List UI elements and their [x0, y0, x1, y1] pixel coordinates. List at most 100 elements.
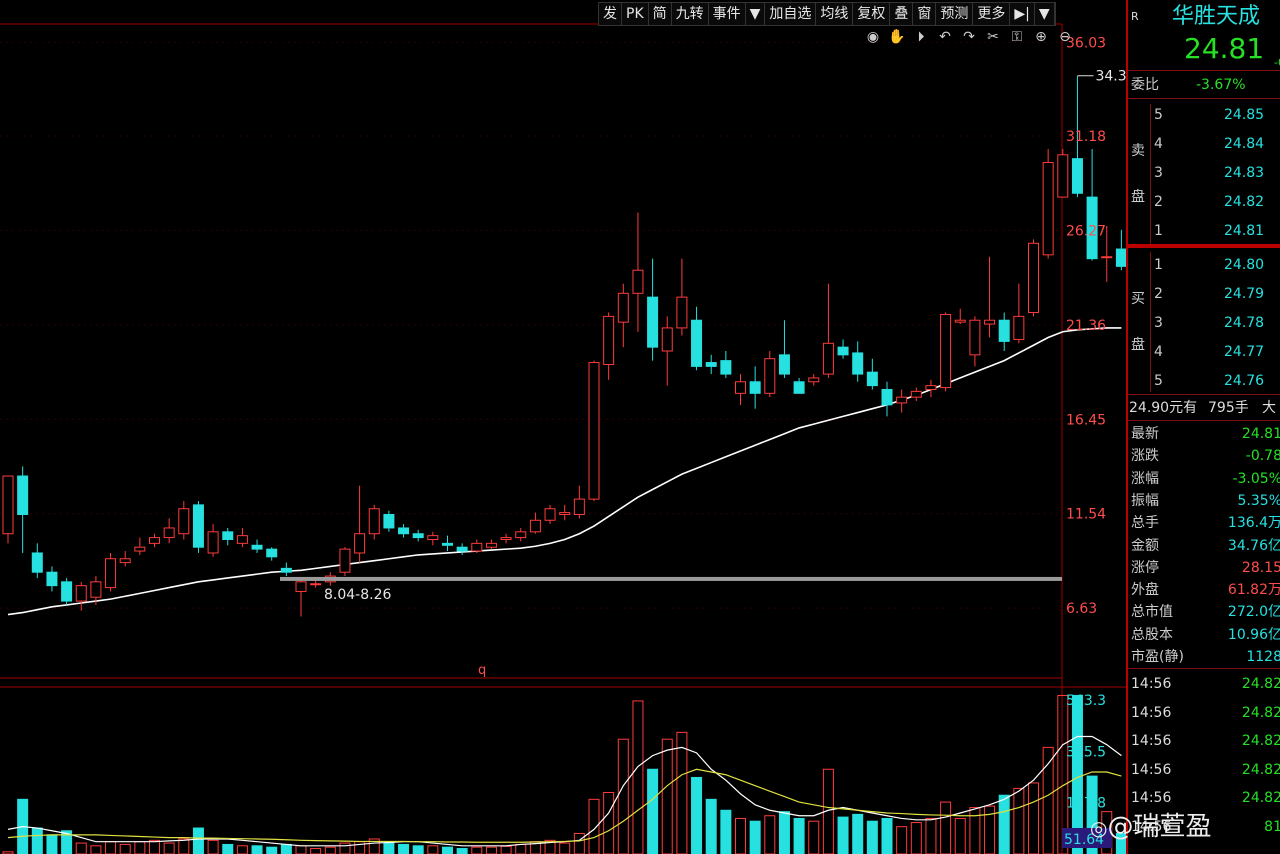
tick-price: 24.82 [1241, 676, 1280, 692]
chart-toolbar: 发 PK 简九转 事件 ▼ 加自选 均线 复权叠窗预测 更多 ▶| ▼ [598, 2, 1056, 26]
tick-time: 14:56 [1131, 676, 1172, 692]
undo-icon[interactable]: ↶ [936, 28, 954, 46]
stat-label: 振幅 [1131, 492, 1159, 509]
stat-label: 总市值 [1131, 604, 1173, 621]
stock-name: 华胜天成 [1172, 4, 1261, 29]
toolbar-button-9[interactable]: 叠 [890, 3, 914, 25]
buy-row: 3 24.78 [1128, 312, 1280, 334]
buy-row: 4 24.77 [1128, 341, 1280, 363]
price-axis-label: 26.27 [1066, 223, 1106, 239]
volume-bar [778, 811, 790, 854]
sell-level: 2 [1154, 194, 1163, 210]
scissors-icon[interactable]: ✂ [984, 28, 1002, 46]
stat-row: 振幅 5.35% [1128, 490, 1280, 512]
stat-row: 涨幅 -3.05% [1128, 468, 1280, 490]
current-price: 24.81 [1184, 32, 1265, 65]
volume-bar [442, 846, 453, 854]
weibo-logo-icon: ◎ [1090, 816, 1108, 840]
stat-row: 外盘 61.82万 [1128, 579, 1280, 601]
toolbar-button-10[interactable]: 窗 [913, 3, 937, 25]
buy-price: 24.76 [1224, 373, 1265, 389]
weibi-label: 委比 [1131, 77, 1159, 93]
volume-bar [749, 820, 761, 854]
buy-price: 24.77 [1224, 344, 1265, 360]
tick-price: 24.82 [1241, 761, 1280, 778]
stat-value: 10.96亿 [1227, 626, 1280, 643]
toolbar-button-12[interactable]: 更多 [973, 3, 1011, 25]
watermark-text: @瑞萱盈 [1107, 812, 1212, 842]
toolbar-button-3[interactable]: 九转 [672, 3, 709, 25]
order-line-tail: 大 [1262, 400, 1276, 416]
volume-bar [852, 813, 864, 854]
eye-icon[interactable]: ◉ [864, 28, 882, 46]
weibi-row: 委比 -3.67% [1128, 74, 1280, 96]
price-axis-label: 6.63 [1066, 601, 1097, 617]
stat-row: 金额 34.76亿 [1128, 535, 1280, 557]
stat-row: 市盈(静) 1128 [1128, 646, 1280, 668]
stat-value: -0.78 [1245, 448, 1280, 465]
order-line: 24.90元有 795手 大 [1128, 397, 1280, 419]
event-marker: q [478, 663, 486, 678]
candle [2, 475, 14, 544]
volume-bar [793, 817, 805, 854]
volume-bar [881, 817, 893, 854]
sell-price: 24.82 [1224, 194, 1265, 210]
price-row: 24.81 -0 [1128, 32, 1280, 70]
tick-row: 14:56 24.82 [1128, 673, 1280, 695]
toolbar-button-4[interactable]: 事件 [709, 3, 746, 25]
hand-icon[interactable]: ✋ [888, 28, 906, 46]
stock-header: R 华胜天成 [1128, 6, 1280, 28]
volume-bar [647, 768, 659, 854]
tick-price: 24.82 [1241, 704, 1280, 721]
tick-row: 14:56 24.82 [1128, 730, 1280, 752]
toolbar-button-13[interactable]: ▶| [1010, 3, 1035, 25]
redo-icon[interactable]: ↷ [960, 28, 978, 46]
toolbar-button-2[interactable]: 简 [649, 3, 672, 25]
lock-icon[interactable]: ⚿ [1008, 28, 1026, 46]
support-band-label: 8.04-8.26 [324, 587, 391, 603]
toolbar-button-6[interactable]: 加自选 [765, 3, 817, 25]
buy-price: 24.79 [1224, 286, 1265, 302]
volume-bar [31, 827, 43, 854]
volume-bar [383, 842, 395, 854]
toolbar-button-11[interactable]: 预测 [936, 3, 974, 25]
buy-row: 1 24.80 [1128, 254, 1280, 276]
volume-bar [251, 845, 263, 854]
price-axis-label: 16.45 [1066, 412, 1106, 428]
toolbar-button-1[interactable]: PK [622, 3, 649, 25]
price-axis-label: 21.36 [1066, 318, 1106, 334]
stat-value: 24.81 [1241, 426, 1280, 442]
sell-level: 4 [1154, 136, 1163, 152]
stat-value: -3.05% [1232, 470, 1280, 487]
volume-bar [398, 843, 410, 854]
toolbar-button-8[interactable]: 复权 [853, 3, 891, 25]
candle [105, 552, 117, 592]
buy-level: 1 [1154, 257, 1163, 273]
r-label: R [1131, 10, 1139, 23]
buy-price: 24.78 [1224, 315, 1265, 331]
zoom-in-icon[interactable]: ⊕ [1032, 28, 1050, 46]
buy-price: 24.80 [1224, 257, 1265, 273]
stat-label: 涨停 [1131, 559, 1159, 576]
toolbar-button-5[interactable]: ▼ [746, 3, 766, 25]
buy-row: 2 24.79 [1128, 283, 1280, 305]
tick-row: 14:56 24.82 [1128, 702, 1280, 724]
stat-row: 最新 24.81 [1128, 423, 1280, 445]
volume-bar [866, 820, 878, 854]
zoom-out-icon[interactable]: ⊖ [1056, 28, 1074, 46]
tick-time: 14:56 [1131, 761, 1172, 778]
stat-label: 涨跌 [1131, 448, 1159, 465]
candle [1028, 239, 1039, 317]
toolbar-button-7[interactable]: 均线 [816, 3, 854, 25]
stat-value: 28.15 [1241, 559, 1280, 576]
tick-price: 81 [1264, 818, 1280, 835]
toolbar-button-0[interactable]: 发 [599, 3, 622, 25]
quote-sidebar: R 华胜天成 24.81 -0 委比 -3.67% 卖 盘 524.85424.… [1126, 0, 1280, 854]
kline-chart[interactable]: 8.04-8.2634.31q 36.0331.1826.2721.3616.4… [0, 0, 1126, 854]
play-icon[interactable]: ⏵ [912, 28, 930, 46]
stat-label: 外盘 [1131, 582, 1159, 599]
toolbar-button-14[interactable]: ▼ [1035, 3, 1055, 25]
order-line-qty: 795手 [1208, 400, 1249, 416]
candle [339, 547, 351, 577]
volume-axis-label: 375.5 [1066, 744, 1106, 760]
